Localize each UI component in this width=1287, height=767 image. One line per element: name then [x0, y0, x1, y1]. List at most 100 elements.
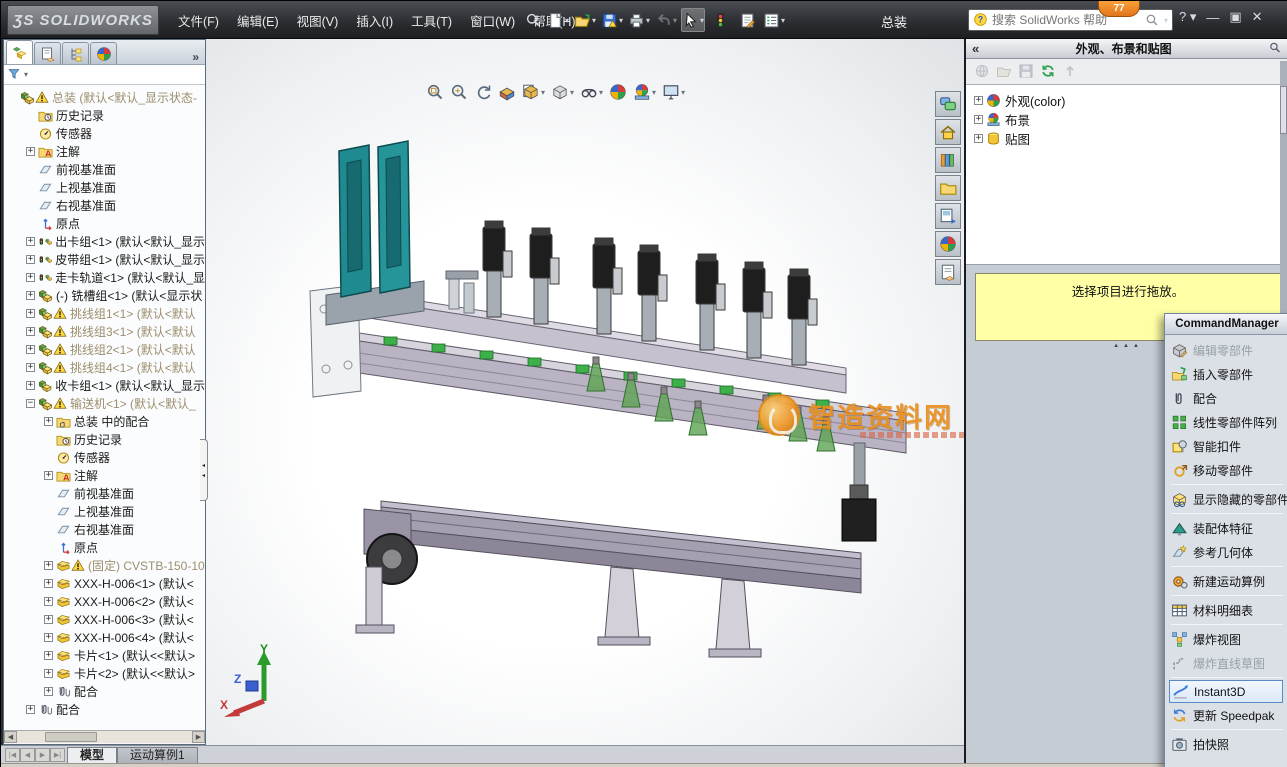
tree-item[interactable]: +(-) 铣槽组<1> (默认<显示状: [4, 286, 205, 304]
expand-icon[interactable]: +: [44, 597, 53, 606]
cmd-show-hidden[interactable]: 显示隐藏的零部件: [1169, 487, 1287, 511]
expand-icon[interactable]: +: [974, 134, 983, 143]
open-button[interactable]: ▾: [573, 8, 597, 32]
save-button[interactable]: ▾: [600, 8, 624, 32]
appearance-tree-item[interactable]: +外观(color): [974, 91, 1287, 110]
menu-item-4[interactable]: 工具(T): [402, 7, 461, 34]
expand-icon[interactable]: +: [26, 381, 35, 390]
tree-item[interactable]: 上视基准面: [4, 178, 205, 196]
menu-item-2[interactable]: 视图(V): [288, 7, 348, 34]
tree-item[interactable]: −输送机<1> (默认<默认_: [4, 394, 205, 412]
scroll-right-button[interactable]: ▶: [192, 731, 205, 743]
tree-item[interactable]: +皮带组<1> (默认<默认_显示: [4, 250, 205, 268]
expand-icon[interactable]: +: [44, 417, 53, 426]
tree-item[interactable]: +(固定) CVSTB-150-10: [4, 556, 205, 574]
filter-icon[interactable]: [7, 66, 21, 84]
prev-tab-button[interactable]: ◀: [20, 748, 35, 762]
rebuild-button[interactable]: [708, 8, 732, 32]
print-button[interactable]: ▾: [627, 8, 651, 32]
cmd-exploded-view[interactable]: 爆炸视图: [1169, 627, 1287, 651]
design-library-tab[interactable]: [935, 147, 961, 173]
expand-icon[interactable]: +: [26, 147, 35, 156]
minimize-button[interactable]: —: [1206, 10, 1219, 25]
cmd-move-component[interactable]: 移动零部件: [1169, 458, 1287, 482]
expand-icon[interactable]: +: [974, 115, 983, 124]
appearance-tree-item[interactable]: +贴图: [974, 129, 1287, 148]
cmd-mate[interactable]: 配合: [1169, 386, 1287, 410]
refresh-button[interactable]: [1040, 63, 1056, 81]
collapse-panel-button[interactable]: «: [972, 41, 979, 56]
tree-item[interactable]: +注解: [4, 142, 205, 160]
expand-icon[interactable]: +: [44, 471, 53, 480]
tree-item[interactable]: +卡片<2> (默认<<默认>: [4, 664, 205, 682]
configurationmanager-tab[interactable]: [62, 42, 89, 64]
tree-item[interactable]: +挑线组3<1> (默认<默认: [4, 322, 205, 340]
expand-icon[interactable]: +: [26, 291, 35, 300]
tree-item[interactable]: +配合: [4, 700, 205, 718]
close-button[interactable]: ✕: [1252, 9, 1263, 25]
tree-item[interactable]: +XXX-H-006<4> (默认<: [4, 628, 205, 646]
home-tab[interactable]: [935, 119, 961, 145]
tab-motion-study[interactable]: 运动算例1: [117, 747, 198, 763]
propertymanager-tab[interactable]: [34, 42, 61, 64]
file-explorer-tab[interactable]: [935, 175, 961, 201]
options-button[interactable]: ▾: [762, 8, 786, 32]
expand-icon[interactable]: +: [44, 633, 53, 642]
tree-item[interactable]: +走卡轨道<1> (默认<默认_显: [4, 268, 205, 286]
expand-icon[interactable]: +: [44, 615, 53, 624]
tree-item[interactable]: 右视基准面: [4, 520, 205, 538]
menu-item-1[interactable]: 编辑(E): [228, 7, 288, 34]
cmd-motion-study[interactable]: 新建运动算例: [1169, 569, 1287, 593]
tree-item[interactable]: +XXX-H-006<1> (默认<: [4, 574, 205, 592]
panel-splitter-grip[interactable]: ◂◂: [200, 439, 208, 501]
new-document-button[interactable]: ▾: [546, 8, 570, 32]
tree-item[interactable]: +配合: [4, 682, 205, 700]
cmd-insert-component[interactable]: 插入零部件: [1169, 362, 1287, 386]
tree-item[interactable]: +XXX-H-006<2> (默认<: [4, 592, 205, 610]
cmd-update-speedpak[interactable]: 更新 Speedpak: [1169, 703, 1287, 727]
menu-search-icon[interactable]: [525, 11, 541, 29]
tree-item[interactable]: +出卡组<1> (默认<默认_显示: [4, 232, 205, 250]
tree-item[interactable]: 总装 (默认<默认_显示状态-: [4, 88, 205, 106]
last-tab-button[interactable]: ▶|: [50, 748, 65, 762]
file-properties-button[interactable]: [735, 8, 759, 32]
tree-item[interactable]: 前视基准面: [4, 484, 205, 502]
view-palette-tab[interactable]: [935, 203, 961, 229]
assembly-3d-model[interactable]: [206, 39, 964, 745]
tree-item[interactable]: +收卡组<1> (默认<默认_显示: [4, 376, 205, 394]
expand-icon[interactable]: +: [26, 309, 35, 318]
expand-icon[interactable]: +: [26, 705, 35, 714]
tree-item[interactable]: 传感器: [4, 448, 205, 466]
featuremanager-tab[interactable]: [6, 40, 33, 64]
edit-appearance-button[interactable]: [607, 81, 629, 103]
apply-scene-button[interactable]: ▾: [631, 81, 658, 103]
cmd-linear-pattern[interactable]: 线性零部件阵列: [1169, 410, 1287, 434]
maximize-button[interactable]: ▣: [1229, 9, 1241, 25]
commandmanager-title[interactable]: CommandManager: [1165, 314, 1287, 335]
view-orientation-button[interactable]: ▾: [520, 81, 547, 103]
tree-item[interactable]: 历史记录: [4, 106, 205, 124]
tree-item[interactable]: 传感器: [4, 124, 205, 142]
first-tab-button[interactable]: |◀: [5, 748, 20, 762]
expand-icon[interactable]: +: [26, 273, 35, 282]
tree-item[interactable]: 上视基准面: [4, 502, 205, 520]
tree-item[interactable]: 右视基准面: [4, 196, 205, 214]
menu-item-3[interactable]: 插入(I): [347, 7, 402, 34]
expand-icon[interactable]: +: [44, 687, 53, 696]
expand-icon[interactable]: +: [44, 669, 53, 678]
expand-icon[interactable]: +: [26, 345, 35, 354]
expand-icon[interactable]: +: [26, 255, 35, 264]
tree-item[interactable]: +XXX-H-006<3> (默认<: [4, 610, 205, 628]
tab-model[interactable]: 模型: [67, 747, 117, 763]
tree-item[interactable]: 前视基准面: [4, 160, 205, 178]
next-tab-button[interactable]: ▶: [35, 748, 50, 762]
tree-horizontal-scrollbar[interactable]: ◀ ▶: [4, 730, 205, 743]
displaymanager-tab[interactable]: [90, 42, 117, 64]
search-icon[interactable]: [1145, 11, 1159, 29]
view-settings-button[interactable]: ▾: [660, 81, 687, 103]
right-scroll-thumb[interactable]: [1280, 86, 1287, 134]
hide-show-items-button[interactable]: ▾: [578, 81, 605, 103]
pin-icon[interactable]: [1268, 40, 1282, 58]
scroll-left-button[interactable]: ◀: [4, 731, 17, 743]
select-button[interactable]: ▾: [681, 8, 705, 32]
